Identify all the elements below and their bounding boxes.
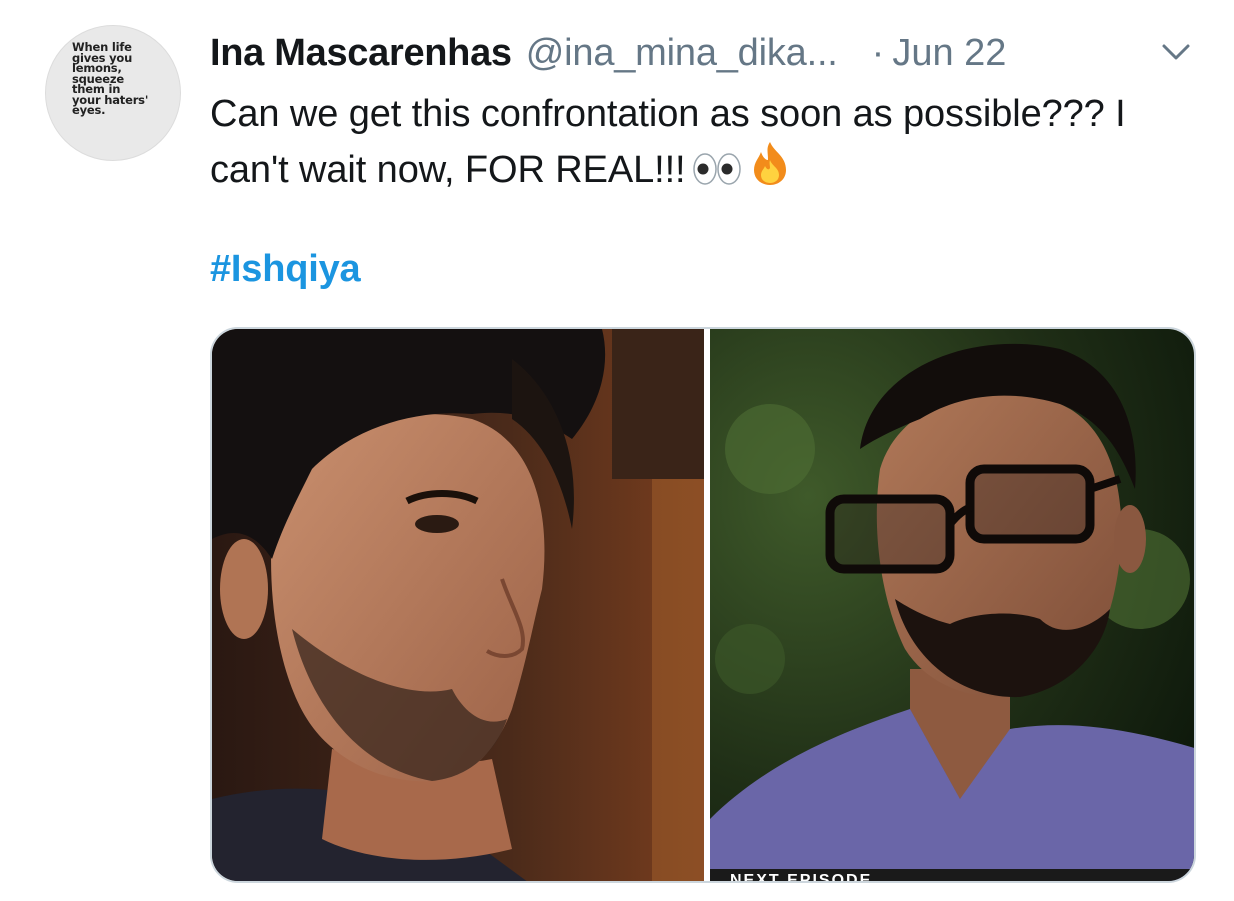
media-photo-left[interactable]	[212, 329, 704, 881]
media-photo-right[interactable]: NEXT EPISODE	[710, 329, 1194, 883]
chevron-down-icon[interactable]	[1156, 38, 1196, 66]
user-handle[interactable]: @ina_mina_dika...	[526, 32, 838, 75]
eyes-emoji	[692, 148, 742, 200]
separator-dot: ·	[871, 31, 885, 74]
hashtag-link[interactable]: #Ishqiya	[210, 248, 361, 291]
display-name[interactable]: Ina Mascarenhas	[210, 32, 512, 75]
next-episode-text: NEXT EPISODE	[730, 872, 872, 883]
tweet-card: When life gives you lemons, squeeze them…	[0, 0, 1234, 901]
tweet-body: Can we get this confrontation as soon as…	[210, 93, 1126, 191]
avatar-caption: When life gives you lemons, squeeze them…	[72, 40, 149, 117]
tweet-text: Can we get this confrontation as soon as…	[210, 88, 1190, 200]
media-grid: NEXT EPISODE	[210, 327, 1196, 883]
tweet-header: Ina Mascarenhas @ina_mina_dika... · Jun …	[210, 28, 1210, 78]
avatar[interactable]: When life gives you lemons, squeeze them…	[45, 25, 181, 161]
tweet-date[interactable]: Jun 22	[892, 32, 1006, 75]
fire-emoji	[748, 140, 792, 200]
